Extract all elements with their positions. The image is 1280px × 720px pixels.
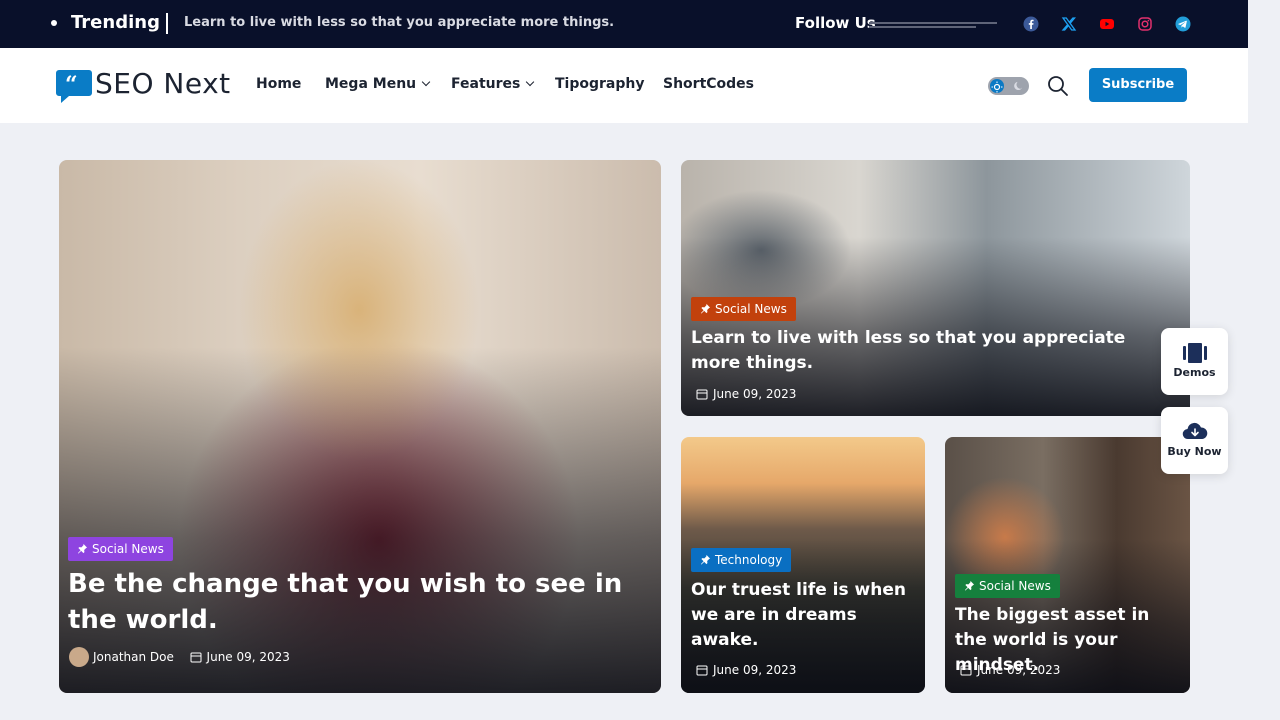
post-meta: June 09, 2023 xyxy=(960,662,1060,678)
buy-now-label: Buy Now xyxy=(1167,445,1222,458)
top-bar: Trending Learn to live with less so that… xyxy=(0,0,1248,48)
category-badge[interactable]: Social News xyxy=(68,537,173,561)
logo-quote-icon[interactable]: “ xyxy=(55,68,93,104)
nav-shortcodes[interactable]: ShortCodes xyxy=(663,75,754,93)
chevron-down-icon xyxy=(421,77,431,87)
logo-text[interactable]: SEO Next xyxy=(95,66,231,102)
youtube-icon[interactable] xyxy=(1099,16,1115,32)
featured-post-bottom-right[interactable]: Social News The biggest asset in the wor… xyxy=(945,437,1190,693)
nav-typography[interactable]: Tipography xyxy=(555,75,644,93)
calendar-icon xyxy=(960,665,972,676)
trending-dot xyxy=(51,20,57,26)
demos-icon xyxy=(1183,343,1207,363)
post-date: June 09, 2023 xyxy=(713,387,797,401)
follow-divider xyxy=(869,26,976,28)
pin-icon xyxy=(964,580,975,591)
card-overlay xyxy=(59,346,661,693)
featured-post-top-right[interactable]: Social News Learn to live with less so t… xyxy=(681,160,1190,416)
post-title[interactable]: Our truest life is when we are in dreams… xyxy=(691,578,911,653)
follow-us-label: Follow Us xyxy=(795,14,876,32)
nav-mega-menu-label: Mega Menu xyxy=(325,76,417,92)
featured-post-main[interactable]: Social News Be the change that you wish … xyxy=(59,160,661,693)
telegram-icon[interactable] xyxy=(1175,16,1191,32)
category-label: Social News xyxy=(715,302,787,316)
cloud-download-icon xyxy=(1182,422,1208,440)
trending-separator xyxy=(166,13,168,34)
category-label: Social News xyxy=(92,542,164,556)
instagram-icon[interactable] xyxy=(1137,16,1153,32)
category-label: Social News xyxy=(979,579,1051,593)
dark-mode-toggle[interactable] xyxy=(988,77,1029,95)
calendar-icon xyxy=(190,652,202,663)
sun-icon xyxy=(990,79,1004,93)
nav-mega-menu[interactable]: Mega Menu xyxy=(325,75,431,93)
post-meta: June 09, 2023 xyxy=(696,386,796,402)
demos-button[interactable]: Demos xyxy=(1161,328,1228,395)
search-icon[interactable] xyxy=(1047,75,1069,97)
page: Trending Learn to live with less so that… xyxy=(0,0,1280,720)
site-header: “ SEO Next Home Mega Menu Features Tipog… xyxy=(0,48,1248,123)
post-title[interactable]: Be the change that you wish to see in th… xyxy=(68,566,628,638)
post-date: June 09, 2023 xyxy=(206,650,290,664)
nav-home[interactable]: Home xyxy=(256,75,301,93)
nav-features-label: Features xyxy=(451,76,521,92)
post-title[interactable]: Learn to live with less so that you appr… xyxy=(691,326,1171,376)
post-date: June 09, 2023 xyxy=(977,663,1061,677)
facebook-icon[interactable] xyxy=(1023,16,1039,32)
trending-headline-link[interactable]: Learn to live with less so that you appr… xyxy=(184,15,614,31)
avatar xyxy=(69,647,89,667)
author-name[interactable]: Jonathan Doe xyxy=(93,650,174,664)
follow-divider xyxy=(869,22,997,24)
x-twitter-icon[interactable] xyxy=(1061,16,1077,32)
post-meta: Jonathan Doe June 09, 2023 xyxy=(69,647,290,667)
nav-features[interactable]: Features xyxy=(451,75,535,93)
calendar-icon xyxy=(696,665,708,676)
buy-now-button[interactable]: Buy Now xyxy=(1161,407,1228,474)
svg-text:“: “ xyxy=(65,72,78,98)
category-badge[interactable]: Technology xyxy=(691,548,792,572)
category-badge[interactable]: Social News xyxy=(955,574,1060,598)
moon-icon xyxy=(1014,81,1023,91)
subscribe-button[interactable]: Subscribe xyxy=(1089,68,1187,102)
category-label: Technology xyxy=(715,553,783,567)
pin-icon xyxy=(700,554,711,565)
pin-icon xyxy=(77,543,88,554)
pin-icon xyxy=(700,303,711,314)
chevron-down-icon xyxy=(526,77,535,87)
demos-label: Demos xyxy=(1173,366,1216,379)
post-meta: June 09, 2023 xyxy=(696,662,796,678)
category-badge[interactable]: Social News xyxy=(691,297,796,321)
featured-post-bottom-mid[interactable]: Technology Our truest life is when we ar… xyxy=(681,437,925,693)
calendar-icon xyxy=(696,389,708,400)
trending-label: Trending xyxy=(71,12,160,33)
post-date: June 09, 2023 xyxy=(713,663,797,677)
